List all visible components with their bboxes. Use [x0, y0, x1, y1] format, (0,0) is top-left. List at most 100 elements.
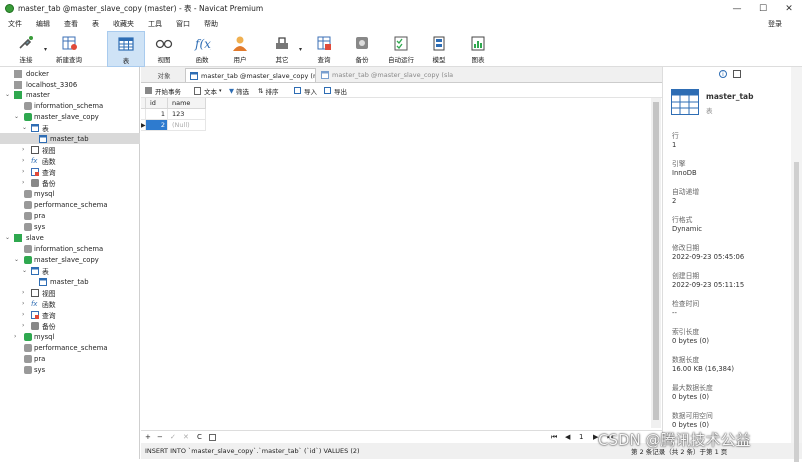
menu-view[interactable]: 查看: [64, 19, 78, 29]
tree-item-information-schema[interactable]: information_schema: [0, 243, 140, 254]
tree-item-master-slave-copy[interactable]: ⌄ master_slave_copy: [0, 111, 140, 122]
menu-tools[interactable]: 工具: [148, 19, 162, 29]
table-cell-null[interactable]: (Null): [168, 120, 206, 131]
ddl-icon[interactable]: [733, 70, 741, 78]
table-cell[interactable]: 1: [146, 109, 168, 120]
collapse-icon[interactable]: ⌄: [22, 124, 27, 131]
begin-transaction-button[interactable]: 开始事务: [145, 86, 181, 96]
previous-page-button[interactable]: ◀: [565, 433, 570, 441]
refresh-button[interactable]: C: [197, 433, 202, 441]
tab-objects[interactable]: 对象: [145, 68, 183, 82]
expand-icon[interactable]: ›: [22, 168, 24, 175]
login-link[interactable]: 登录: [768, 19, 782, 29]
new-query-button[interactable]: 新建查询: [50, 31, 88, 67]
info-icon[interactable]: i: [719, 70, 727, 78]
discard-changes-button[interactable]: ✕: [183, 433, 189, 441]
filter-button[interactable]: ▼ 筛选: [229, 86, 249, 96]
import-button[interactable]: 导入: [294, 86, 317, 96]
tree-item-sys[interactable]: sys: [0, 221, 140, 232]
table-cell-selected[interactable]: 2: [146, 120, 168, 131]
tree-item-views[interactable]: › 视图: [0, 144, 140, 155]
menu-help[interactable]: 帮助: [204, 19, 218, 29]
tree-item-docker[interactable]: docker: [0, 68, 140, 79]
column-header-name[interactable]: name: [168, 98, 206, 109]
text-button[interactable]: 文本 ▾: [194, 86, 222, 96]
tree-item-tables[interactable]: ⌄ 表: [0, 122, 140, 133]
info-object-name: master_tab: [706, 92, 754, 101]
tree-item-functions[interactable]: › fx 函数: [0, 298, 140, 309]
tree-item-backups[interactable]: › 备份: [0, 320, 140, 331]
tree-item-mysql[interactable]: mysql: [0, 188, 140, 199]
other-dropdown-icon[interactable]: ▾: [299, 46, 302, 53]
stop-icon[interactable]: [209, 433, 216, 441]
expand-icon[interactable]: ›: [22, 289, 24, 296]
tree-item-slave[interactable]: ⌄ slave: [0, 232, 140, 243]
column-header-id[interactable]: id: [146, 98, 168, 109]
other-tool-button[interactable]: 其它: [264, 31, 300, 67]
info-value-modified: 2022-09-23 05:45:06: [672, 253, 745, 261]
info-label-check-time: 检查时间: [672, 300, 700, 308]
tree-item-backups[interactable]: › 备份: [0, 177, 140, 188]
menu-edit[interactable]: 编辑: [36, 19, 50, 29]
query-tool-button[interactable]: 查询: [306, 31, 342, 67]
tree-item-sys[interactable]: sys: [0, 364, 140, 375]
tree-item-performance-schema[interactable]: performance_schema: [0, 199, 140, 210]
menu-file[interactable]: 文件: [8, 19, 22, 29]
expand-icon[interactable]: ›: [14, 333, 16, 340]
page-number[interactable]: 1: [579, 433, 583, 441]
tab-master-tab-master[interactable]: master_tab @master_slave_copy (m...: [185, 68, 316, 82]
menu-table[interactable]: 表: [92, 19, 99, 29]
info-panel-scrollbar[interactable]: [791, 67, 802, 462]
collapse-icon[interactable]: ⌄: [14, 113, 19, 120]
expand-icon[interactable]: ›: [22, 311, 24, 318]
collapse-icon[interactable]: ⌄: [14, 256, 19, 263]
menu-window[interactable]: 窗口: [176, 19, 190, 29]
table-cell[interactable]: 123: [168, 109, 206, 120]
tree-item-pra[interactable]: pra: [0, 353, 140, 364]
view-tool-button[interactable]: 视图: [146, 31, 182, 67]
model-tool-button[interactable]: 模型: [421, 31, 457, 67]
backup-tool-button[interactable]: 备份: [344, 31, 380, 67]
add-record-button[interactable]: +: [145, 433, 151, 441]
expand-icon[interactable]: ›: [22, 179, 24, 186]
tree-item-master-slave-copy[interactable]: ⌄ master_slave_copy: [0, 254, 140, 265]
automation-tool-button[interactable]: 自动运行: [382, 31, 420, 67]
tree-item-master[interactable]: ⌄ master: [0, 89, 140, 100]
connect-dropdown-icon[interactable]: ▾: [44, 46, 47, 53]
collapse-icon[interactable]: ⌄: [5, 91, 10, 98]
delete-record-button[interactable]: −: [157, 433, 163, 441]
user-tool-button[interactable]: 用户: [222, 31, 258, 67]
tree-item-information-schema[interactable]: information_schema: [0, 100, 140, 111]
chart-tool-button[interactable]: 图表: [460, 31, 496, 67]
maximize-button[interactable]: ☐: [750, 0, 776, 17]
export-button[interactable]: 导出: [324, 86, 347, 96]
first-page-button[interactable]: ⏮: [551, 433, 557, 442]
expand-icon[interactable]: ›: [22, 157, 24, 164]
sort-button[interactable]: ⇅ 排序: [258, 86, 278, 96]
tree-item-views[interactable]: › 视图: [0, 287, 140, 298]
close-button[interactable]: ✕: [776, 0, 802, 17]
tree-item-pra[interactable]: pra: [0, 210, 140, 221]
tree-item-functions[interactable]: › fx 函数: [0, 155, 140, 166]
apply-changes-button[interactable]: ✓: [170, 433, 176, 441]
minimize-button[interactable]: —: [724, 0, 750, 17]
expand-icon[interactable]: ›: [22, 300, 24, 307]
tree-item-performance-schema[interactable]: performance_schema: [0, 342, 140, 353]
collapse-icon[interactable]: ⌄: [22, 267, 27, 274]
tree-item-mysql[interactable]: › mysql: [0, 331, 140, 342]
tree-item-queries[interactable]: › 查询: [0, 166, 140, 177]
table-tool-button[interactable]: 表: [107, 31, 145, 67]
menu-favorites[interactable]: 收藏夹: [113, 19, 134, 29]
connect-button[interactable]: 连接: [8, 31, 44, 67]
collapse-icon[interactable]: ⌄: [5, 234, 10, 241]
expand-icon[interactable]: ›: [22, 322, 24, 329]
function-tool-button[interactable]: f(x) 函数: [184, 31, 220, 67]
tree-item-master-tab[interactable]: master_tab: [0, 133, 140, 144]
tree-item-master-tab[interactable]: master_tab: [0, 276, 140, 287]
tab-master-tab-slave[interactable]: master_tab @master_slave_copy (sla...: [317, 68, 453, 82]
connection-active-icon: [14, 90, 22, 99]
tree-item-queries[interactable]: › 查询: [0, 309, 140, 320]
grid-vertical-scrollbar[interactable]: [651, 98, 661, 428]
tree-item-tables[interactable]: ⌄ 表: [0, 265, 140, 276]
expand-icon[interactable]: ›: [22, 146, 24, 153]
